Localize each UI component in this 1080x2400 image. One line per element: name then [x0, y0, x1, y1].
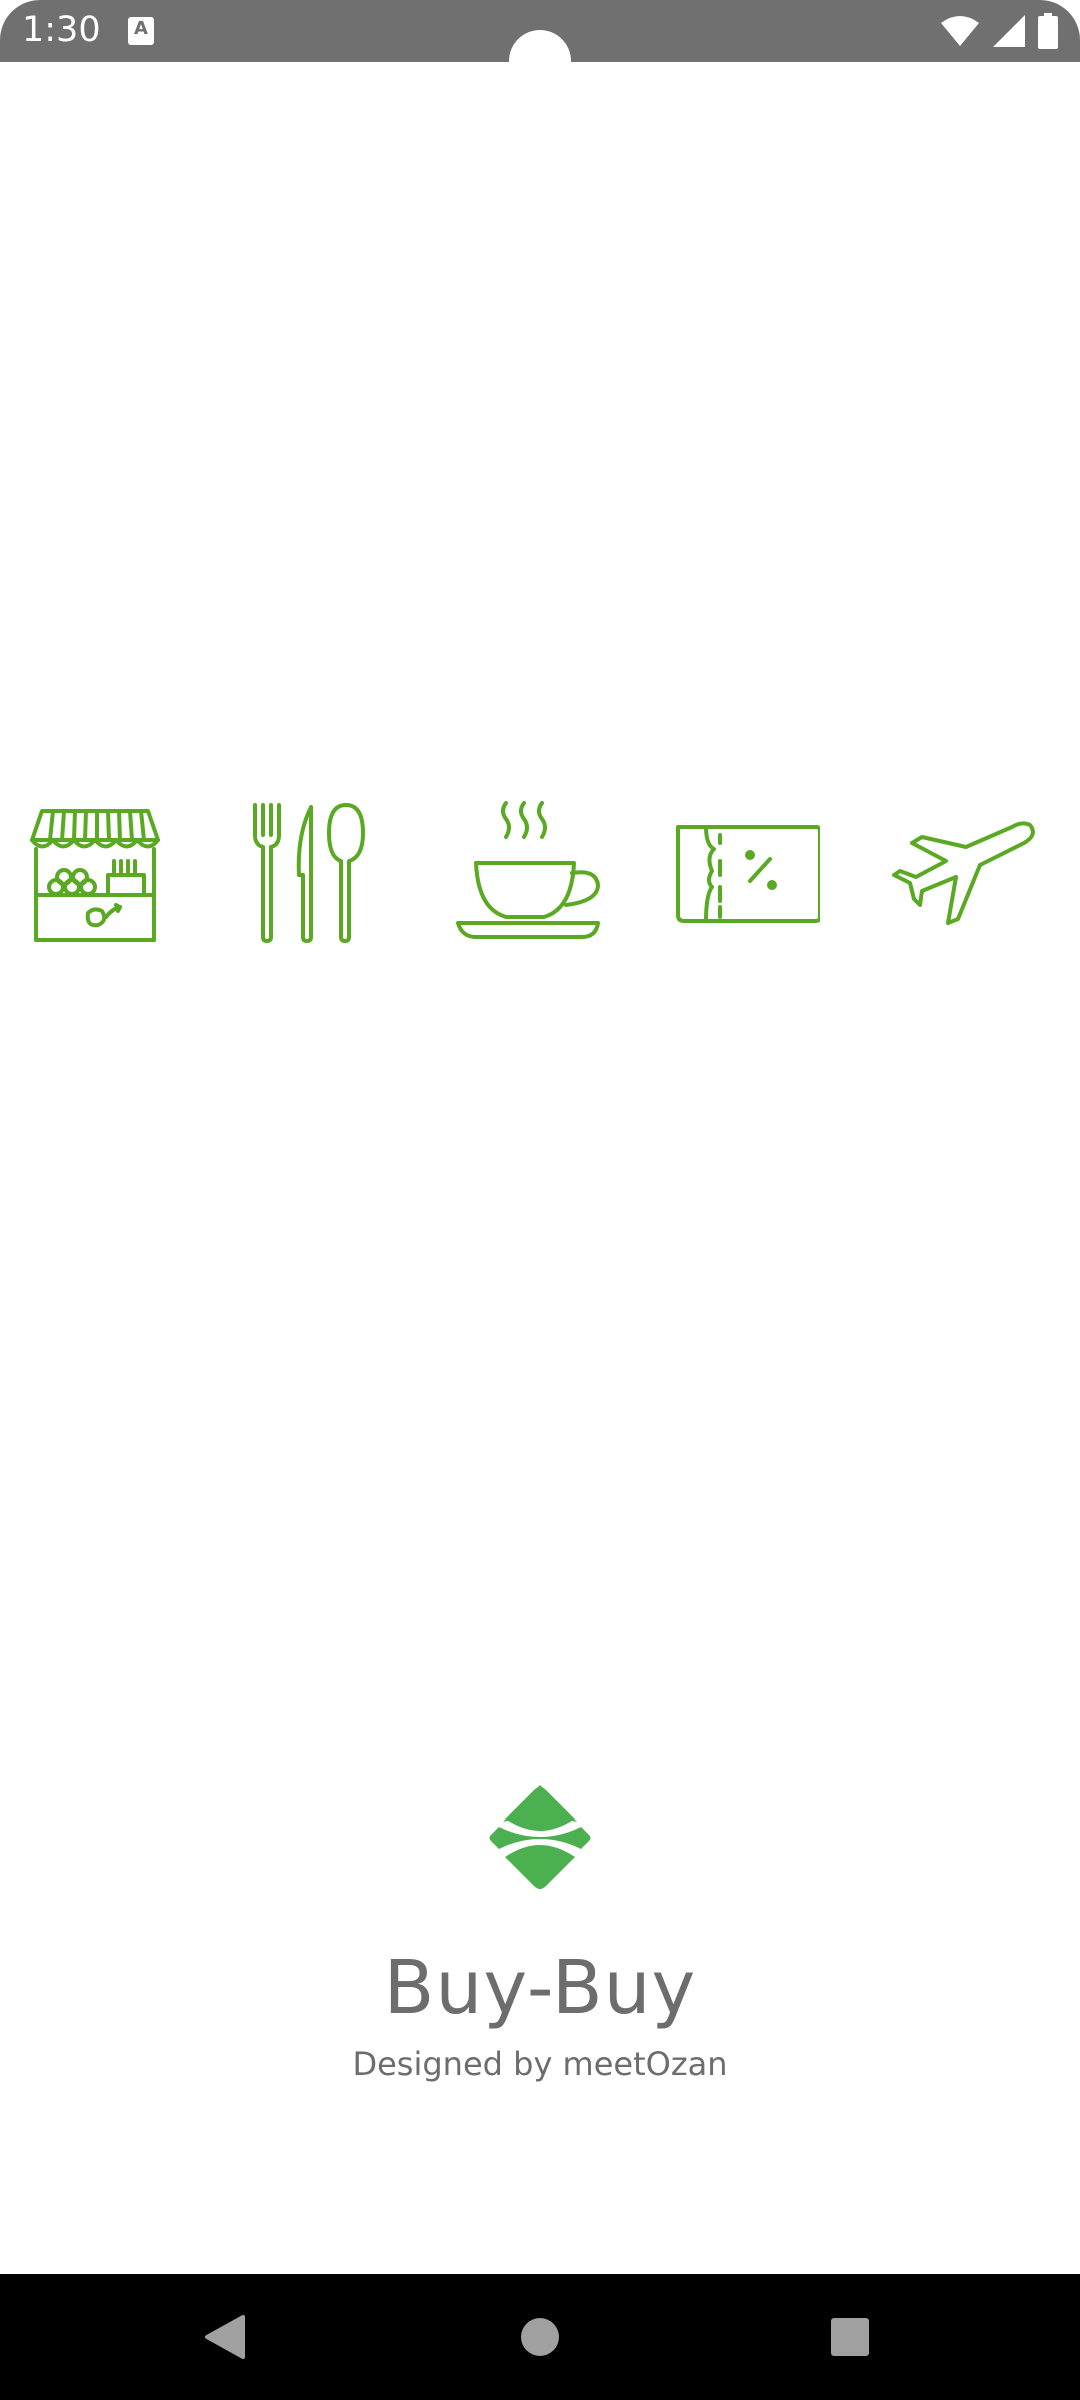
- category-icons-row: [0, 795, 1080, 945]
- designer-credit: Designed by meetOzan: [352, 2045, 728, 2083]
- home-button[interactable]: [505, 2302, 575, 2372]
- splash-screen: 1:30 A Buy-Buy Designed by meetOzan: [0, 0, 1080, 2400]
- home-icon: [521, 2318, 559, 2356]
- app-title: Buy-Buy: [383, 1945, 697, 2031]
- brand-logo-icon: [485, 1783, 595, 1893]
- notification-icon: A: [128, 17, 154, 45]
- navigation-bar: [0, 2274, 1080, 2400]
- status-icons: [940, 12, 1058, 50]
- back-button[interactable]: [190, 2302, 260, 2372]
- notification-glyph: A: [134, 18, 148, 39]
- recents-button[interactable]: [815, 2302, 885, 2372]
- airplane-icon: [890, 795, 1040, 945]
- cutlery-icon: [233, 795, 383, 945]
- market-stall-icon: [20, 795, 170, 945]
- coffee-cup-icon: [450, 795, 600, 945]
- discount-ticket-icon: [670, 795, 820, 945]
- wifi-icon: [941, 16, 979, 46]
- camera-cutout: [509, 30, 571, 92]
- battery-icon: [1038, 13, 1058, 49]
- signal-icon: [993, 15, 1025, 47]
- recents-icon: [831, 2318, 869, 2356]
- back-icon: [205, 2315, 245, 2359]
- status-time: 1:30: [22, 10, 101, 50]
